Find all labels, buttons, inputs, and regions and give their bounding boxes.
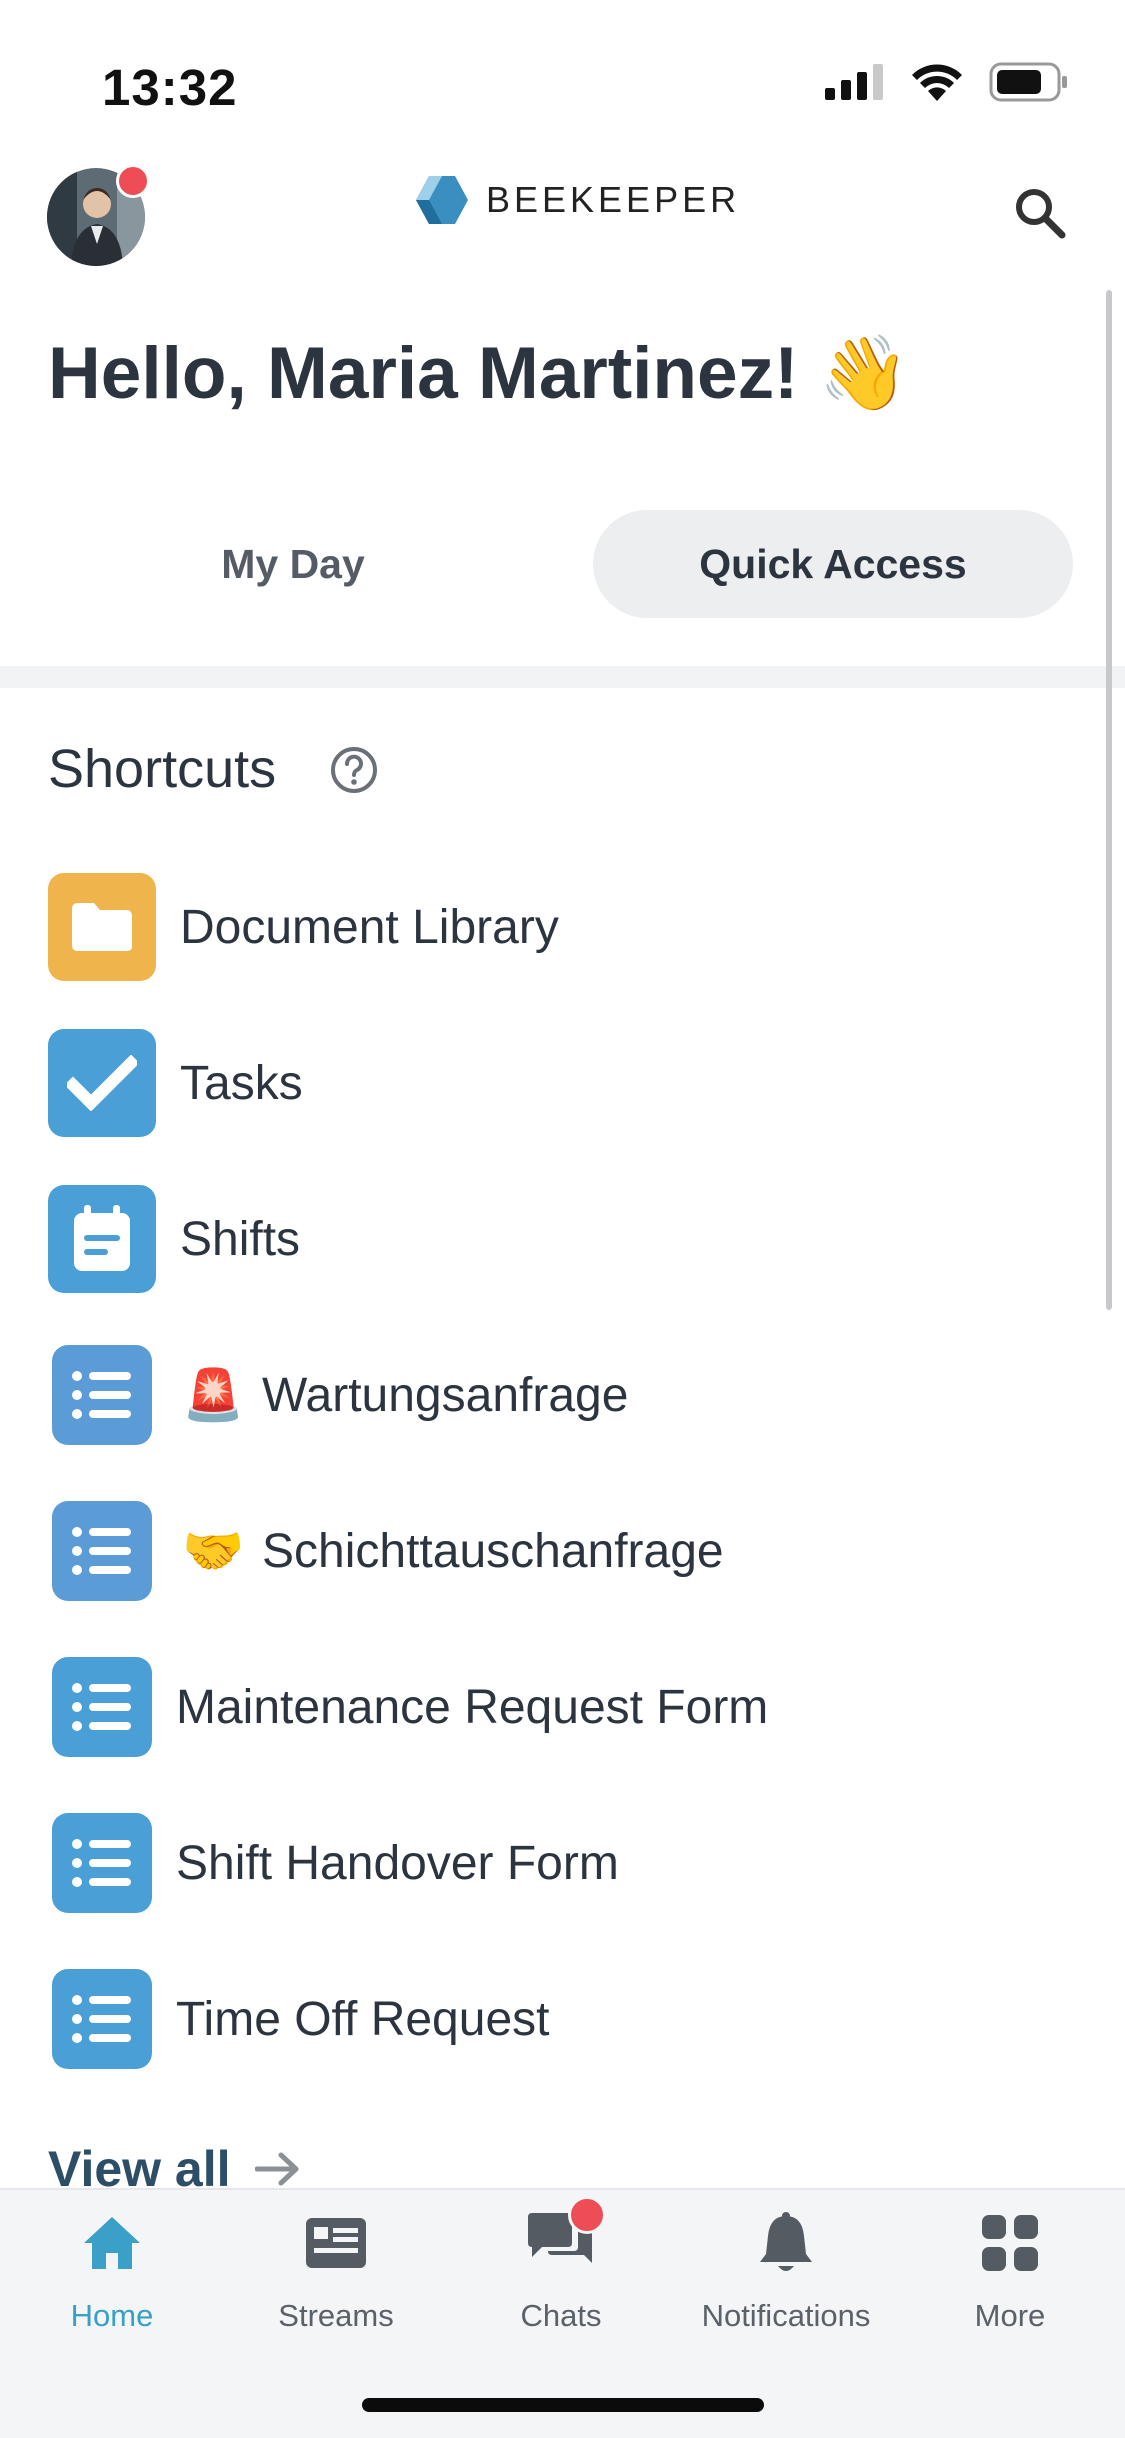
shortcut-label: Maintenance Request Form bbox=[176, 1680, 769, 1734]
shortcut-maintenance-request-form[interactable]: Maintenance Request Form bbox=[48, 1652, 1048, 1762]
shortcut-label: Document Library bbox=[180, 900, 559, 954]
nav-more[interactable]: More bbox=[900, 2208, 1120, 2334]
list-icon bbox=[52, 1657, 152, 1757]
grid-icon bbox=[975, 2208, 1045, 2278]
shortcut-label: Time Off Request bbox=[176, 1992, 550, 2046]
view-tabs: My Day Quick Access bbox=[48, 510, 1073, 618]
scrollbar[interactable] bbox=[1106, 290, 1112, 1310]
chats-notification-dot bbox=[568, 2196, 606, 2234]
list-icon bbox=[52, 1813, 152, 1913]
home-icon bbox=[77, 2208, 147, 2278]
nav-label: Streams bbox=[278, 2298, 394, 2333]
nav-chats[interactable]: Chats bbox=[451, 2196, 671, 2334]
nav-streams[interactable]: Streams bbox=[226, 2208, 446, 2334]
nav-label: Notifications bbox=[701, 2298, 871, 2333]
shortcut-label: Wartungsanfrage bbox=[262, 1368, 629, 1422]
nav-home[interactable]: Home bbox=[2, 2208, 222, 2334]
shortcut-label: Shifts bbox=[180, 1212, 301, 1266]
shortcut-shift-handover-form[interactable]: Shift Handover Form bbox=[48, 1808, 1048, 1918]
beekeeper-logo-icon bbox=[416, 176, 468, 224]
shortcuts-title: Shortcuts bbox=[48, 739, 277, 799]
home-indicator[interactable] bbox=[362, 2398, 764, 2412]
list-icon bbox=[52, 1501, 152, 1601]
shortcut-document-library[interactable]: Document Library bbox=[48, 872, 1048, 982]
logo-text: BEEKEEPER bbox=[486, 179, 741, 220]
folder-icon bbox=[48, 873, 156, 981]
search-button[interactable] bbox=[1005, 178, 1075, 248]
status-time: 13:32 bbox=[102, 59, 238, 116]
calendar-icon bbox=[48, 1185, 156, 1293]
shortcut-label: Shift Handover Form bbox=[176, 1836, 619, 1890]
cellular-signal-icon bbox=[825, 64, 883, 100]
nav-notifications[interactable]: Notifications bbox=[676, 2208, 896, 2334]
status-icons bbox=[825, 62, 1069, 102]
shortcut-shifts[interactable]: Shifts bbox=[48, 1184, 1048, 1294]
bell-icon bbox=[751, 2208, 821, 2278]
shortcut-tasks[interactable]: Tasks bbox=[48, 1028, 1048, 1138]
chats-icon bbox=[526, 2196, 606, 2278]
list-icon bbox=[52, 1969, 152, 2069]
checkmark-icon bbox=[48, 1029, 156, 1137]
section-divider bbox=[0, 666, 1125, 688]
search-icon bbox=[1016, 189, 1066, 239]
status-bar: 13:32 bbox=[0, 0, 1125, 150]
greeting-title: Hello, Maria Martinez! 👋 bbox=[48, 333, 910, 414]
tab-my-day[interactable]: My Day bbox=[48, 510, 538, 618]
shortcut-label: Schichttauschanfrage bbox=[262, 1524, 724, 1578]
battery-icon bbox=[989, 62, 1067, 102]
arrow-right-icon bbox=[254, 2152, 299, 2186]
nav-label: Chats bbox=[520, 2298, 602, 2333]
shortcut-schichttauschanfrage[interactable]: 🤝 Schichttauschanfrage bbox=[48, 1496, 1048, 1606]
shortcut-time-off-request[interactable]: Time Off Request bbox=[48, 1964, 1048, 2074]
streams-icon bbox=[301, 2208, 371, 2278]
list-icon bbox=[52, 1345, 152, 1445]
nav-label: Home bbox=[70, 2298, 154, 2333]
handshake-emoji: 🤝 bbox=[182, 1522, 245, 1579]
avatar-notification-dot bbox=[116, 164, 150, 198]
help-icon[interactable] bbox=[330, 746, 378, 794]
wifi-icon bbox=[912, 64, 962, 101]
tab-quick-access[interactable]: Quick Access bbox=[593, 510, 1073, 618]
beekeeper-logo: BEEKEEPER bbox=[416, 176, 740, 224]
nav-label: More bbox=[974, 2298, 1046, 2333]
shortcut-label: Tasks bbox=[180, 1056, 303, 1110]
shortcut-wartungsanfrage[interactable]: 🚨 Wartungsanfrage bbox=[48, 1340, 1048, 1450]
app-header: BEEKEEPER bbox=[0, 150, 1125, 280]
siren-emoji: 🚨 bbox=[182, 1366, 245, 1423]
